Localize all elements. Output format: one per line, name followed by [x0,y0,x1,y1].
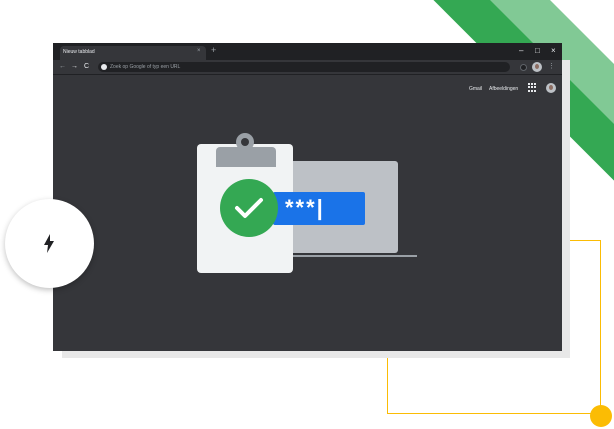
toolbar: ← → C Zoek op Google of typ een URL ⋮ [53,60,562,75]
tab-bar: Nieuw tabblad × + – □ × [53,43,562,60]
back-button[interactable]: ← [59,62,66,71]
profile-avatar[interactable] [532,62,542,72]
google-icon [101,64,107,70]
browser-window: Nieuw tabblad × + – □ × ← → C Zoek op Go… [53,43,562,351]
speed-badge [5,199,94,288]
forward-button[interactable]: → [71,62,78,71]
tab-close-icon[interactable]: × [197,48,201,54]
clipboard-ring-hole [241,138,249,146]
lightning-bolt-icon [44,234,54,253]
laptop-base [273,255,417,257]
decorative-yellow-dot [590,405,612,427]
tab-new-tab[interactable]: Nieuw tabblad × [60,46,206,60]
new-tab-button[interactable]: + [211,46,216,55]
omnibox[interactable]: Zoek op Google of typ een URL [98,62,510,72]
minimize-button[interactable]: – [519,46,523,55]
maximize-button[interactable]: □ [535,46,540,55]
account-avatar[interactable] [546,83,556,93]
images-link[interactable]: Afbeeldingen [489,86,518,92]
checkmark-icon [235,198,263,218]
extension-icon[interactable] [520,64,527,71]
apps-grid-icon[interactable] [528,83,537,92]
clipboard-clip [216,147,276,167]
tab-title: Nieuw tabblad [63,49,95,55]
omnibox-placeholder: Zoek op Google of typ een URL [110,64,181,70]
close-button[interactable]: × [551,46,556,55]
password-mask: ***| [285,195,325,220]
gmail-link[interactable]: Gmail [469,86,482,92]
menu-icon[interactable]: ⋮ [548,62,555,70]
reload-button[interactable]: C [84,62,89,71]
